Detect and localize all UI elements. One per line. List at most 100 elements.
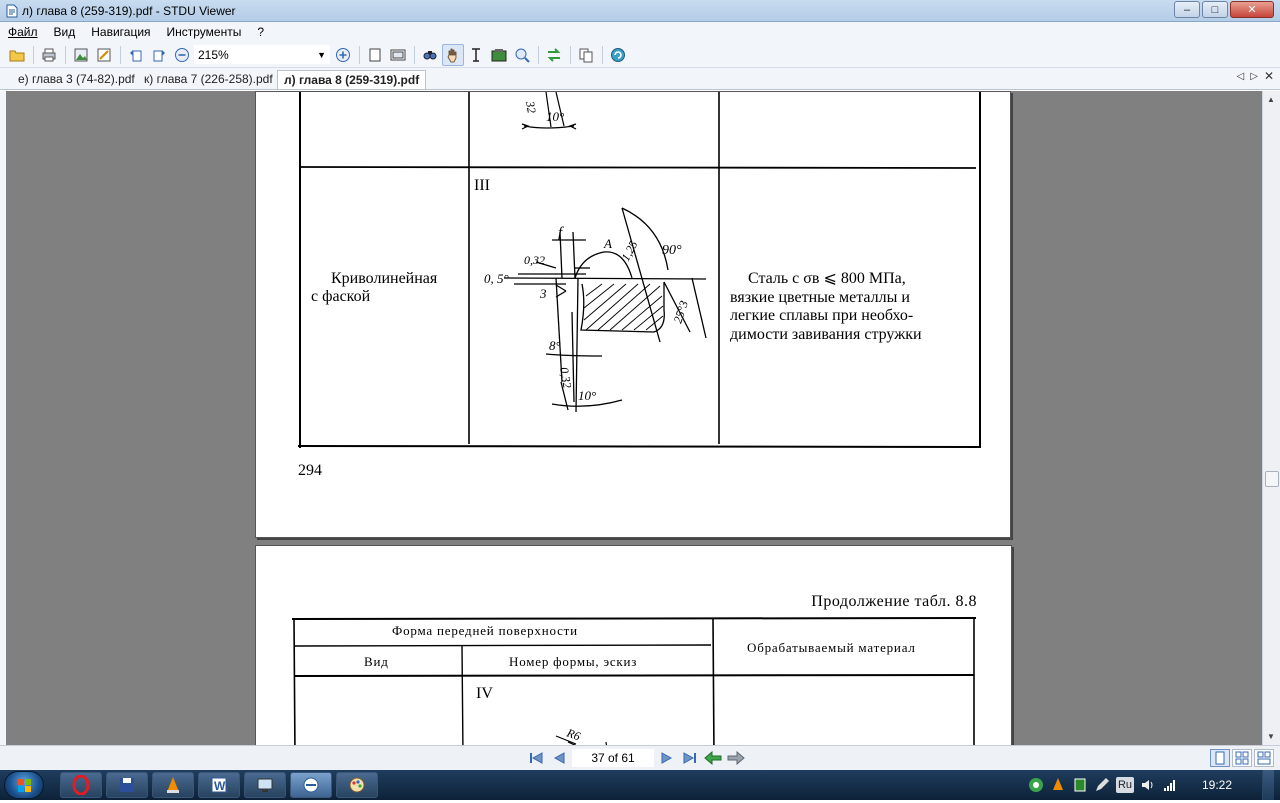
dim-ten-bottom: 10° xyxy=(578,388,596,403)
window-title: л) глава 8 (259-319).pdf - STDU Viewer xyxy=(22,4,236,18)
sync-icon[interactable] xyxy=(543,44,565,66)
update-icon[interactable] xyxy=(607,44,629,66)
scroll-thumb[interactable] xyxy=(1265,471,1279,487)
start-button[interactable] xyxy=(4,771,44,799)
form-name-line1: Криволинейная xyxy=(331,270,438,287)
dim-half-deg: 0, 5° xyxy=(484,271,509,286)
menu-tools[interactable]: Инструменты xyxy=(159,25,250,39)
menu-view[interactable]: Вид xyxy=(46,25,84,39)
close-button[interactable]: ✕ xyxy=(1230,1,1274,18)
show-desktop-button[interactable] xyxy=(1262,770,1274,800)
tab-chapter-7[interactable]: к) глава 7 (226-258).pdf xyxy=(138,70,279,89)
clock[interactable]: 19:22 xyxy=(1202,778,1232,792)
taskbar-paint[interactable] xyxy=(336,772,378,798)
print-icon[interactable] xyxy=(38,44,60,66)
vertical-scrollbar[interactable]: ▲ ▼ xyxy=(1262,91,1280,745)
dim-ten-top: 10° xyxy=(546,109,564,124)
close-tab-icon[interactable]: ✕ xyxy=(1264,70,1274,82)
menu-navigation[interactable]: Навигация xyxy=(83,25,158,39)
rotate-left-icon[interactable] xyxy=(125,44,147,66)
dim-a: A xyxy=(603,236,612,251)
grid-view-icon[interactable] xyxy=(1232,749,1252,767)
word-icon: W xyxy=(211,777,227,793)
export-text-icon[interactable] xyxy=(93,44,115,66)
last-page-icon[interactable] xyxy=(680,749,700,767)
menu-bar: Файл Вид Навигация Инструменты ? xyxy=(0,22,1280,42)
chevron-down-icon: ▼ xyxy=(317,49,326,60)
maximize-button[interactable]: □ xyxy=(1202,1,1228,18)
hand-tool-icon[interactable] xyxy=(442,43,464,66)
export-image-icon[interactable] xyxy=(70,44,92,66)
taskbar-explorer[interactable] xyxy=(244,772,286,798)
tab-scroll-left-icon[interactable]: ◁ xyxy=(1237,71,1245,82)
find-icon[interactable] xyxy=(419,44,441,66)
dim-032-bottom: 0,32 xyxy=(557,366,574,389)
menu-help[interactable]: ? xyxy=(249,25,272,39)
single-page-icon[interactable] xyxy=(364,44,386,66)
zoom-value: 215% xyxy=(198,47,229,62)
dim-f: f xyxy=(558,225,564,241)
zoom-out-icon[interactable] xyxy=(171,44,193,66)
rotate-right-icon[interactable] xyxy=(148,44,170,66)
form-label-iii: III xyxy=(474,177,490,194)
scroll-up-icon[interactable]: ▲ xyxy=(1267,95,1275,104)
magnifier-icon[interactable] xyxy=(511,44,533,66)
single-page-view-icon[interactable] xyxy=(1210,749,1230,767)
next-page-icon[interactable] xyxy=(657,749,677,767)
zoom-in-icon[interactable] xyxy=(332,44,354,66)
open-icon[interactable] xyxy=(6,44,28,66)
tab-chapter-3[interactable]: е) глава 3 (74-82).pdf xyxy=(12,70,141,89)
cell-form-name: Криволинейная с фаской xyxy=(311,270,437,306)
taskbar-vlc[interactable] xyxy=(152,772,194,798)
scroll-down-icon[interactable]: ▼ xyxy=(1267,732,1275,741)
network-status-icon[interactable] xyxy=(1028,777,1044,793)
material-line3: легкие сплавы при необхо- xyxy=(730,307,914,324)
windows-logo-icon xyxy=(18,779,31,792)
continuous-view-icon[interactable] xyxy=(1254,749,1274,767)
taskbar-stdu-viewer[interactable] xyxy=(290,772,332,798)
language-indicator[interactable]: Ru xyxy=(1115,777,1134,793)
document-view[interactable]: 32 10° III f A 1,25 90° 0,32 0, 5° 3 25°… xyxy=(6,91,1262,745)
header-material: Обрабатываемый материал xyxy=(747,640,916,655)
signal-icon[interactable] xyxy=(1162,777,1178,793)
taskbar-word[interactable]: W xyxy=(198,772,240,798)
dim-eight: 8° xyxy=(549,338,561,353)
header-view: Вид xyxy=(364,654,389,669)
opera-icon xyxy=(72,775,90,795)
header-shape: Форма передней поверхности xyxy=(392,623,578,638)
material-line1: Сталь с σв ⩽ 800 МПа, xyxy=(748,270,906,287)
minimize-button[interactable]: ‒ xyxy=(1174,1,1200,18)
material-line2: вязкие цветные металлы и xyxy=(730,288,910,306)
text-select-icon[interactable] xyxy=(465,44,487,66)
document-page: Продолжение табл. 8.8 R6 Форма передней … xyxy=(255,545,1012,745)
dim-90: 90° xyxy=(662,243,682,258)
taskbar-save[interactable] xyxy=(106,772,148,798)
page-number-input[interactable]: 37 of 61 xyxy=(572,749,654,767)
document-tabs: е) глава 3 (74-82).pdf к) глава 7 (226-2… xyxy=(0,68,1280,90)
vlc-tray-icon[interactable] xyxy=(1050,777,1066,793)
form-label-iv: IV xyxy=(476,685,493,702)
copy-icon[interactable] xyxy=(575,44,597,66)
previous-page-icon[interactable] xyxy=(549,749,569,767)
tab-scroll-right-icon[interactable]: ▷ xyxy=(1250,71,1258,82)
vlc-icon xyxy=(167,777,179,793)
zoom-select[interactable]: 215% ▼ xyxy=(194,45,330,64)
tab-chapter-8[interactable]: л) глава 8 (259-319).pdf xyxy=(277,70,427,89)
dim-032-top: 0,32 xyxy=(524,253,545,267)
menu-file[interactable]: Файл xyxy=(0,25,46,39)
snapshot-icon[interactable] xyxy=(488,44,510,66)
history-back-icon[interactable] xyxy=(703,749,723,767)
cell-material: Сталь с σв ⩽ 800 МПа, вязкие цветные мет… xyxy=(730,270,970,344)
volume-icon[interactable] xyxy=(1140,777,1156,793)
app-icon xyxy=(6,4,18,18)
document-page: 32 10° III f A 1,25 90° 0,32 0, 5° 3 25°… xyxy=(255,91,1011,538)
facing-pages-icon[interactable] xyxy=(387,44,409,66)
pen-icon[interactable] xyxy=(1094,777,1110,793)
status-bar: 37 of 61 xyxy=(0,745,1280,770)
battery-icon[interactable] xyxy=(1072,777,1088,793)
history-forward-icon[interactable] xyxy=(726,749,746,767)
page-number: 294 xyxy=(298,462,322,479)
first-page-icon[interactable] xyxy=(526,749,546,767)
dim-slope: 25°3 xyxy=(671,299,691,325)
taskbar-opera[interactable] xyxy=(60,772,102,798)
